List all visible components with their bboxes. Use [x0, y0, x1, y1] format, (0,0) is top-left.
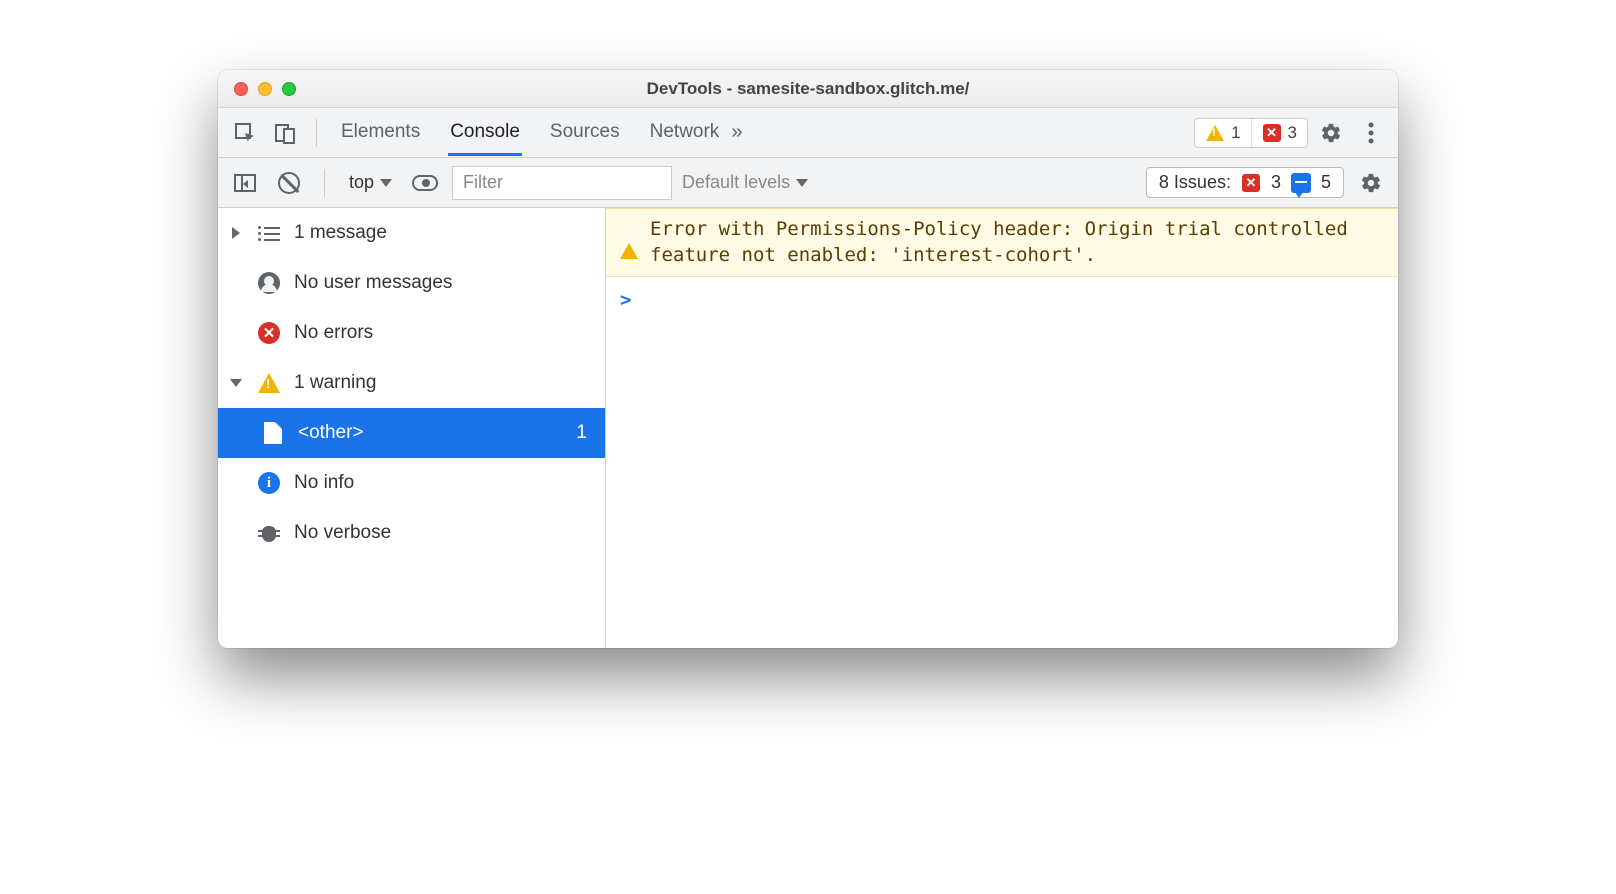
- tab-network[interactable]: Network: [648, 109, 722, 156]
- traffic-lights: [218, 82, 296, 96]
- live-expression-icon[interactable]: [408, 166, 442, 200]
- bug-icon: [256, 522, 282, 544]
- window-title: DevTools - samesite-sandbox.glitch.me/: [218, 79, 1398, 99]
- errors-badge[interactable]: ✕ 3: [1251, 119, 1307, 147]
- inspect-element-icon[interactable]: [228, 116, 262, 150]
- sidebar-item-user-messages[interactable]: No user messages: [218, 258, 605, 308]
- sidebar-item-other[interactable]: <other> 1: [218, 408, 605, 458]
- sidebar-item-errors[interactable]: ✕ No errors: [218, 308, 605, 358]
- expand-icon: [228, 227, 244, 239]
- filter-input[interactable]: [452, 166, 672, 200]
- console-settings-icon[interactable]: [1354, 166, 1388, 200]
- sidebar-item-label: <other>: [298, 422, 564, 444]
- prompt-chevron-icon: >: [620, 289, 631, 311]
- list-icon: [256, 225, 282, 241]
- kebab-menu-icon[interactable]: [1354, 116, 1388, 150]
- issues-errors-count: 3: [1271, 172, 1281, 193]
- console-output: Error with Permissions-Policy header: Or…: [606, 208, 1398, 648]
- minimize-window-button[interactable]: [258, 82, 272, 96]
- settings-icon[interactable]: [1314, 116, 1348, 150]
- console-warning-text: Error with Permissions-Policy header: Or…: [650, 217, 1384, 268]
- context-label: top: [349, 172, 374, 193]
- console-sidebar: 1 message No user messages ✕ No errors 1…: [218, 208, 606, 648]
- console-body: 1 message No user messages ✕ No errors 1…: [218, 208, 1398, 648]
- message-icon: [1291, 173, 1311, 193]
- context-selector[interactable]: top: [343, 168, 398, 197]
- log-levels-selector[interactable]: Default levels: [682, 172, 808, 193]
- error-circle-icon: ✕: [256, 322, 282, 344]
- tab-elements[interactable]: Elements: [339, 109, 422, 156]
- clear-console-icon[interactable]: [272, 166, 306, 200]
- levels-label: Default levels: [682, 172, 790, 193]
- toggle-sidebar-icon[interactable]: [228, 166, 262, 200]
- chevron-down-icon: [380, 179, 392, 187]
- sidebar-item-count: 1: [576, 422, 597, 444]
- sidebar-item-label: No verbose: [294, 522, 597, 544]
- issues-label: 8 Issues:: [1159, 172, 1231, 193]
- tab-sources[interactable]: Sources: [548, 109, 622, 156]
- issues-button[interactable]: 8 Issues: ✕ 3 5: [1146, 167, 1344, 198]
- sidebar-item-label: 1 warning: [294, 372, 597, 394]
- maximize-window-button[interactable]: [282, 82, 296, 96]
- sidebar-item-label: No errors: [294, 322, 597, 344]
- file-icon: [260, 422, 286, 444]
- sidebar-item-label: No user messages: [294, 272, 597, 294]
- devtools-window: DevTools - samesite-sandbox.glitch.me/ E…: [218, 70, 1398, 648]
- issues-messages-count: 5: [1321, 172, 1331, 193]
- main-tabbar: Elements Console Sources Network » 1 ✕ 3: [218, 108, 1398, 158]
- more-tabs-button[interactable]: »: [727, 121, 746, 144]
- warning-icon: [256, 373, 282, 393]
- console-prompt[interactable]: >: [606, 277, 1398, 323]
- titlebar: DevTools - samesite-sandbox.glitch.me/: [218, 70, 1398, 108]
- panel-tabs: Elements Console Sources Network: [339, 109, 721, 156]
- info-icon: i: [256, 472, 282, 494]
- collapse-icon: [228, 379, 244, 387]
- console-filterbar: top Default levels 8 Issues: ✕ 3 5: [218, 158, 1398, 208]
- warning-icon: [620, 220, 638, 268]
- console-warning-row[interactable]: Error with Permissions-Policy header: Or…: [606, 208, 1398, 277]
- sidebar-item-messages[interactable]: 1 message: [218, 208, 605, 258]
- error-icon: ✕: [1262, 123, 1282, 143]
- warning-icon: [1205, 123, 1225, 143]
- sidebar-item-info[interactable]: i No info: [218, 458, 605, 508]
- errors-count: 3: [1288, 123, 1297, 143]
- close-window-button[interactable]: [234, 82, 248, 96]
- sidebar-item-warnings[interactable]: 1 warning: [218, 358, 605, 408]
- error-icon: ✕: [1241, 173, 1261, 193]
- person-icon: [256, 272, 282, 294]
- sidebar-item-label: No info: [294, 472, 597, 494]
- divider: [324, 169, 325, 197]
- sidebar-item-verbose[interactable]: No verbose: [218, 508, 605, 558]
- sidebar-item-label: 1 message: [294, 222, 597, 244]
- divider: [316, 119, 317, 147]
- device-toolbar-icon[interactable]: [268, 116, 302, 150]
- tab-console[interactable]: Console: [448, 109, 522, 156]
- warnings-badge[interactable]: 1: [1195, 119, 1250, 147]
- status-badges[interactable]: 1 ✕ 3: [1194, 118, 1308, 148]
- chevron-down-icon: [796, 179, 808, 187]
- warnings-count: 1: [1231, 123, 1240, 143]
